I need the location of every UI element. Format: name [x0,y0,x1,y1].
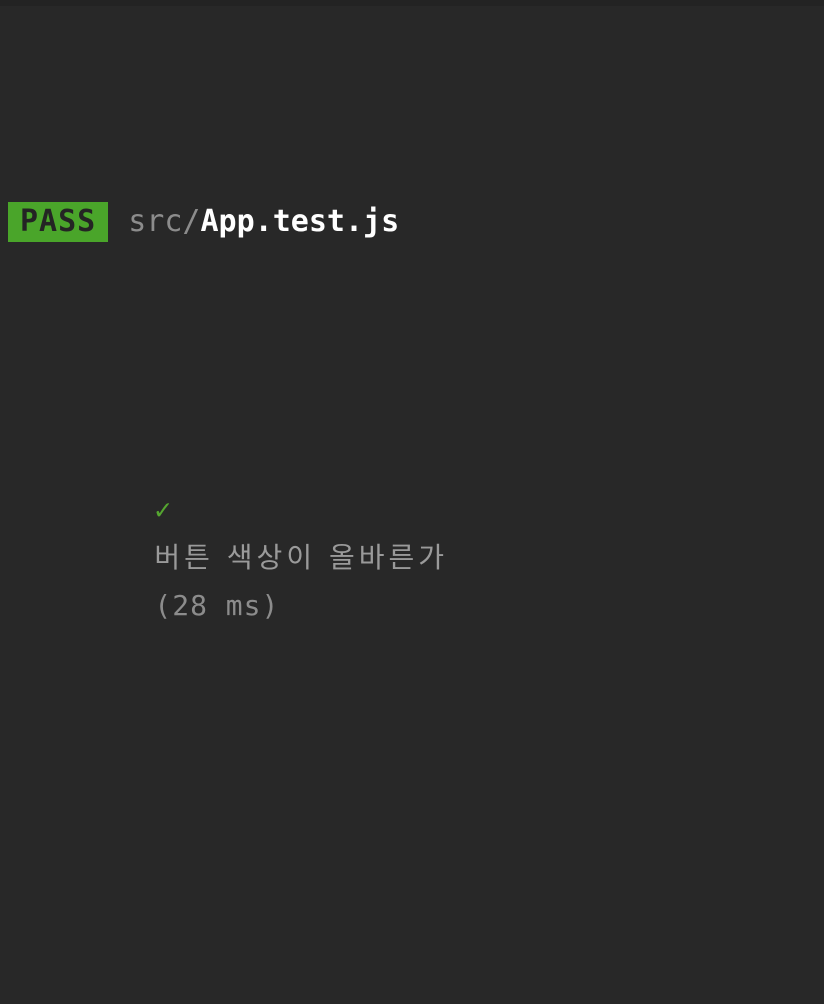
test-case-line: ✓ 버튼 색상이 올바른가 (28 ms) [0,438,824,622]
file-name: App.test.js [200,204,400,239]
test-case-title: 버튼 색상이 올바른가 [154,541,449,574]
test-file-header-line: PASS src/App.test.js [0,198,824,246]
file-path-prefix: src/ [128,204,201,239]
status-badge: PASS [8,202,109,242]
test-case-duration: (28 ms) [154,589,280,622]
jest-terminal-output: PASS src/App.test.js ✓ 버튼 색상이 올바른가 (28 m… [0,0,824,622]
console-scrollback: PASS src/App.test.js ✓ 버튼 색상이 올바른가 (28 m… [0,6,824,1004]
summary-block: Test Suites:1 passed, 1 total Tests:1 pa… [0,870,824,1004]
check-mark-icon: ✓ [154,493,172,526]
